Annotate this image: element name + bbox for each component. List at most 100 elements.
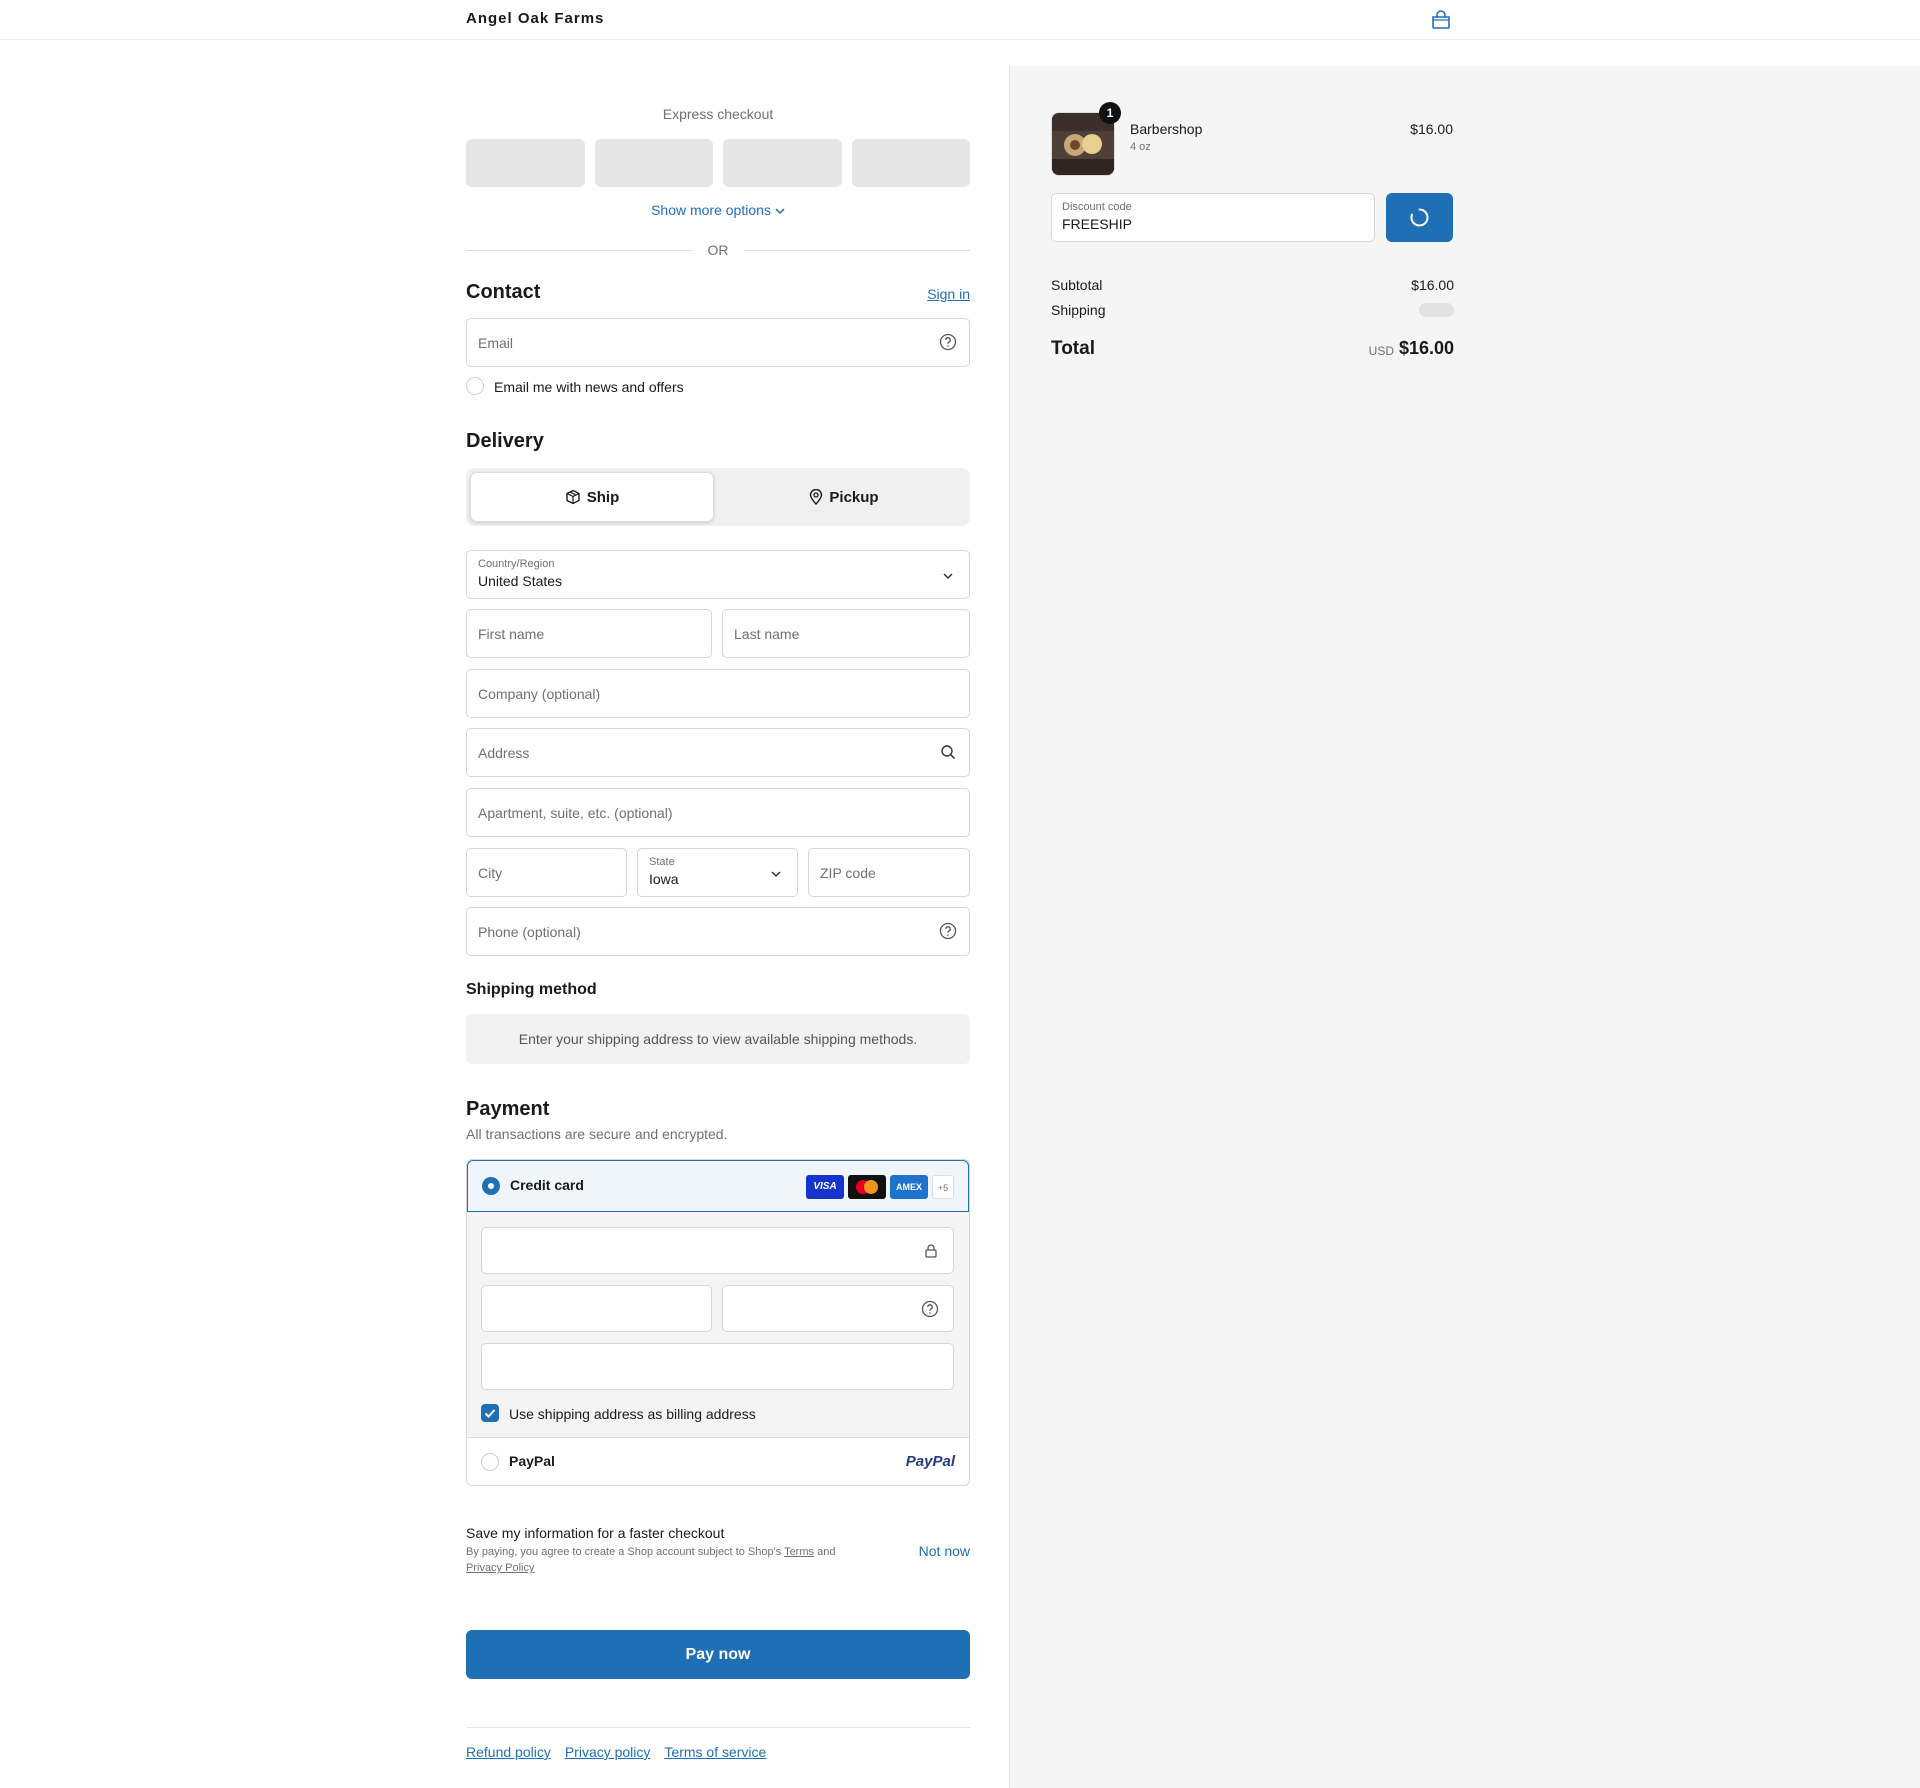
shipping-label: Shipping bbox=[1051, 302, 1106, 318]
fine-print-and: and bbox=[817, 1546, 836, 1558]
express-checkout-buttons bbox=[466, 139, 970, 187]
email-field[interactable]: Email bbox=[466, 318, 970, 367]
store-logo[interactable]: Angel Oak Farms bbox=[466, 10, 604, 27]
or-divider: OR bbox=[466, 241, 970, 259]
express-button-4[interactable] bbox=[851, 139, 970, 187]
more-cards-badge: +5 bbox=[932, 1175, 954, 1199]
news-checkbox[interactable] bbox=[466, 377, 484, 395]
mastercard-logo bbox=[848, 1175, 886, 1199]
expiry-field[interactable] bbox=[481, 1285, 712, 1332]
shipping-method-placeholder: Enter your shipping address to view avai… bbox=[466, 1014, 970, 1064]
lock-icon bbox=[925, 1244, 937, 1258]
company-field[interactable]: Company (optional) bbox=[466, 669, 970, 718]
fine-print-text: By paying, you agree to create a Shop ac… bbox=[466, 1546, 782, 1558]
phone-placeholder: Phone (optional) bbox=[478, 924, 581, 940]
billing-same-label: Use shipping address as billing address bbox=[509, 1406, 756, 1422]
news-checkbox-label: Email me with news and offers bbox=[494, 379, 684, 395]
credit-card-label: Credit card bbox=[510, 1177, 584, 1193]
help-circle-icon[interactable] bbox=[939, 333, 957, 351]
city-placeholder: City bbox=[478, 865, 503, 881]
delivery-heading: Delivery bbox=[466, 430, 544, 452]
address-field[interactable]: Address bbox=[466, 728, 970, 777]
pay-now-button[interactable]: Pay now bbox=[466, 1630, 970, 1679]
phone-field[interactable]: Phone (optional) bbox=[466, 907, 970, 956]
payment-methods: Credit card VISA AMEX +5 Use shipping ad… bbox=[466, 1159, 970, 1486]
site-header: Angel Oak Farms bbox=[0, 0, 1920, 40]
shipping-method-heading: Shipping method bbox=[466, 981, 597, 998]
sign-in-link[interactable]: Sign in bbox=[927, 286, 970, 302]
payment-heading: Payment bbox=[466, 1098, 550, 1120]
product-name: Barbershop bbox=[1130, 121, 1203, 137]
payment-subtitle: All transactions are secure and encrypte… bbox=[466, 1126, 728, 1142]
company-placeholder: Company (optional) bbox=[478, 686, 601, 702]
subtotal-label: Subtotal bbox=[1051, 277, 1103, 293]
shipping-value-loading bbox=[1419, 303, 1454, 317]
discount-label: Discount code bbox=[1062, 201, 1132, 213]
credit-card-fields: Use shipping address as billing address bbox=[467, 1212, 969, 1438]
express-button-2[interactable] bbox=[594, 139, 713, 187]
apartment-placeholder: Apartment, suite, etc. (optional) bbox=[478, 805, 673, 821]
country-value: United States bbox=[478, 573, 563, 589]
credit-card-option[interactable]: Credit card VISA AMEX +5 bbox=[467, 1160, 969, 1212]
chevron-down-icon bbox=[771, 871, 781, 878]
address-placeholder: Address bbox=[478, 745, 530, 761]
city-field[interactable]: City bbox=[466, 848, 627, 897]
show-more-options-link[interactable]: Show more options bbox=[466, 202, 970, 218]
last-name-field[interactable]: Last name bbox=[722, 609, 970, 658]
total-currency: USD bbox=[1368, 344, 1394, 358]
help-circle-icon[interactable] bbox=[921, 1300, 939, 1318]
ship-option[interactable]: Ship bbox=[470, 472, 714, 522]
save-info-title: Save my information for a faster checkou… bbox=[466, 1525, 725, 1541]
paypal-option[interactable]: PayPal PayPal bbox=[467, 1438, 969, 1485]
first-name-field[interactable]: First name bbox=[466, 609, 712, 658]
mastercard-circles-icon bbox=[856, 1180, 878, 1194]
shop-terms-link[interactable]: Terms bbox=[784, 1546, 814, 1558]
zip-field[interactable]: ZIP code bbox=[808, 848, 970, 897]
loading-spinner-icon bbox=[1410, 208, 1429, 227]
first-name-placeholder: First name bbox=[478, 626, 545, 642]
footer-divider bbox=[466, 1727, 970, 1728]
zip-placeholder: ZIP code bbox=[820, 865, 876, 881]
shop-privacy-link[interactable]: Privacy Policy bbox=[466, 1562, 534, 1574]
country-select[interactable]: Country/Region United States bbox=[466, 550, 970, 599]
credit-card-radio[interactable] bbox=[482, 1177, 500, 1195]
footer-links: Refund policy Privacy policy Terms of se… bbox=[466, 1744, 766, 1760]
apartment-field[interactable]: Apartment, suite, etc. (optional) bbox=[466, 788, 970, 837]
email-placeholder: Email bbox=[478, 335, 514, 351]
terms-of-service-link[interactable]: Terms of service bbox=[664, 1744, 766, 1760]
checkmark-icon bbox=[484, 1409, 496, 1418]
paypal-label: PayPal bbox=[509, 1453, 555, 1469]
state-select[interactable]: State Iowa bbox=[637, 848, 798, 897]
discount-code-field[interactable]: Discount code FREESHIP bbox=[1051, 193, 1375, 242]
total-value: $16.00 bbox=[1398, 338, 1454, 358]
divider-line-right bbox=[744, 250, 970, 251]
last-name-placeholder: Last name bbox=[734, 626, 800, 642]
card-number-field[interactable] bbox=[481, 1227, 954, 1274]
discount-value: FREESHIP bbox=[1062, 216, 1133, 232]
search-icon bbox=[941, 745, 956, 760]
billing-same-checkbox[interactable] bbox=[481, 1404, 499, 1422]
paypal-logo: PayPal bbox=[905, 1453, 955, 1470]
not-now-button[interactable]: Not now bbox=[919, 1543, 970, 1559]
paypal-radio[interactable] bbox=[481, 1453, 499, 1471]
delivery-method-toggle: Ship Pickup bbox=[466, 468, 970, 526]
security-code-field[interactable] bbox=[722, 1285, 954, 1332]
shopping-bag-icon[interactable] bbox=[1430, 10, 1452, 30]
pickup-label: Pickup bbox=[829, 488, 879, 506]
quantity-badge: 1 bbox=[1099, 102, 1121, 124]
contact-heading: Contact bbox=[466, 281, 541, 303]
chevron-down-icon bbox=[775, 208, 785, 215]
express-button-3[interactable] bbox=[723, 139, 842, 187]
product-variant: 4 oz bbox=[1130, 141, 1151, 153]
help-circle-icon[interactable] bbox=[939, 922, 957, 940]
ship-label: Ship bbox=[586, 488, 620, 506]
name-on-card-field[interactable] bbox=[481, 1343, 954, 1390]
express-button-1[interactable] bbox=[466, 139, 585, 187]
apply-discount-button[interactable] bbox=[1386, 193, 1453, 242]
product-price: $16.00 bbox=[1410, 121, 1453, 137]
country-label: Country/Region bbox=[478, 558, 555, 570]
privacy-policy-link[interactable]: Privacy policy bbox=[565, 1744, 651, 1760]
refund-policy-link[interactable]: Refund policy bbox=[466, 1744, 551, 1760]
pickup-option[interactable]: Pickup bbox=[722, 472, 966, 522]
chevron-down-icon bbox=[943, 573, 953, 580]
